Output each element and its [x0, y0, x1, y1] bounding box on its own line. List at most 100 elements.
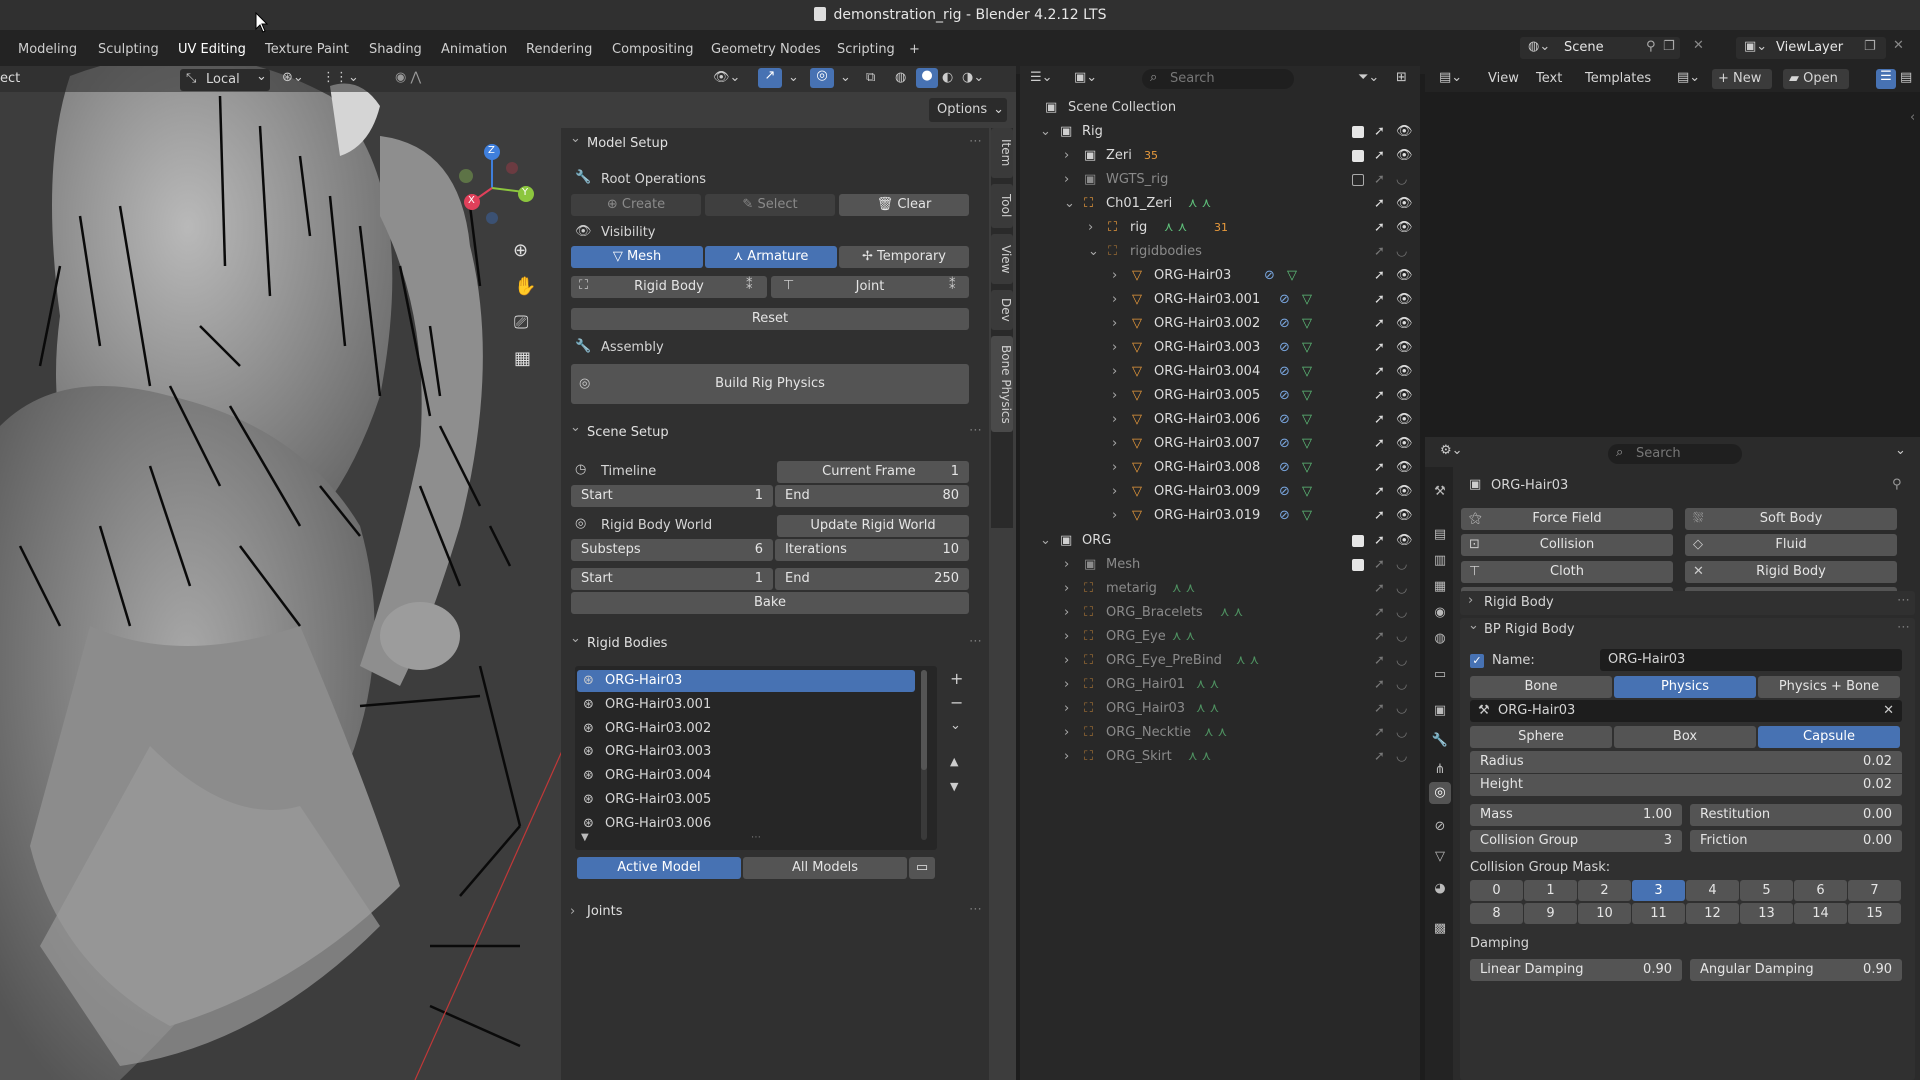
eye-icon[interactable]: ◡ — [1396, 553, 1407, 577]
eye-icon[interactable]: 👁 — [1396, 120, 1413, 144]
mask-toggle[interactable]: 12 — [1686, 903, 1739, 924]
outliner-row[interactable]: › ⛶ rig ⋏ ⋏ 31 ➚ 👁 — [1020, 216, 1420, 240]
scene-setup-header[interactable]: Scene Setup — [561, 415, 989, 446]
rendered-shading-icon[interactable]: ◑⌄ — [962, 70, 984, 85]
outliner-row[interactable]: › ▽ ORG-Hair03.003 ⊘ ▽ ➚ 👁 — [1020, 336, 1420, 360]
mask-toggle[interactable]: 9 — [1524, 903, 1577, 924]
list-item[interactable]: ⊛ ORG-Hair03 — [577, 670, 915, 692]
chevron-down-icon[interactable]: ⌄ — [1088, 240, 1099, 264]
rigid-bodies-list[interactable]: ⊛ ORG-Hair03 ⊛ ORG-Hair03.001 ⊛ ORG-Hair03.00… — [575, 666, 937, 850]
view-layer-icon[interactable]: ▦ — [1429, 576, 1451, 598]
tab-workspace[interactable]: UV Editing — [172, 38, 252, 61]
menu-templates[interactable]: Templates — [1585, 71, 1651, 86]
bone-icon[interactable]: ⋏ ⋏ — [1204, 721, 1227, 745]
tab-workspace[interactable]: Animation — [441, 42, 507, 57]
outliner-row[interactable]: › ⛶ ORG_Necktie ⋏ ⋏ ➚ ◡ — [1020, 721, 1420, 745]
toggle-icon[interactable]: ⁑ — [746, 278, 753, 293]
cloth-button[interactable]: ⊤ Cloth — [1461, 560, 1673, 583]
reset-button[interactable]: Reset — [571, 308, 969, 330]
eye-icon[interactable]: 👁 — [1396, 480, 1413, 504]
selectable-icon[interactable]: ➚ — [1374, 408, 1385, 432]
bone-icon[interactable]: ⋏ ⋏ — [1164, 216, 1187, 240]
add-icon[interactable]: + — [950, 669, 963, 688]
eye-icon[interactable]: 👁 — [1396, 360, 1413, 384]
menu-view[interactable]: View — [1488, 71, 1519, 86]
select-button[interactable]: ✎ Select — [705, 194, 835, 216]
radius-field[interactable]: Radius 0.02 — [1470, 751, 1902, 773]
outliner-row[interactable]: › ▽ ORG-Hair03.002 ⊘ ▽ ➚ 👁 — [1020, 312, 1420, 336]
display-mode-icon[interactable]: ▣⌄ — [1074, 70, 1097, 85]
chevron-right-icon[interactable]: › — [1112, 504, 1117, 528]
selectable-icon[interactable]: ➚ — [1374, 240, 1385, 264]
mass-field[interactable]: Mass 1.00 — [1470, 804, 1682, 826]
rigid-body-toggle[interactable]: Rigid Body — [571, 276, 767, 298]
viewlayer-selector[interactable]: ▣⌄ ViewLayer ❐ — [1736, 37, 1886, 59]
chevron-right-icon[interactable]: › — [1112, 312, 1117, 336]
chevron-right-icon[interactable]: › — [1112, 480, 1117, 504]
eye-icon[interactable]: 👁 — [1396, 456, 1413, 480]
eye-icon[interactable]: ◡ — [1396, 601, 1407, 625]
exclude-checkbox[interactable] — [1352, 174, 1364, 186]
wireframe-shading-icon[interactable]: ◍ — [895, 70, 906, 85]
outliner-row[interactable]: › ▽ ORG-Hair03.007 ⊘ ▽ ➚ 👁 — [1020, 432, 1420, 456]
tab-item[interactable]: Item — [991, 128, 1013, 178]
particles-icon[interactable]: ⋔ — [1429, 759, 1451, 781]
mask-toggle[interactable]: 2 — [1578, 880, 1631, 901]
chevron-right-icon[interactable]: › — [1064, 144, 1069, 168]
tab-workspace[interactable]: Compositing — [612, 42, 694, 57]
eye-icon[interactable]: ◡ — [1396, 721, 1407, 745]
text-browse-icon[interactable]: ▤⌄ — [1677, 70, 1700, 85]
temporary-toggle[interactable]: ✢ Temporary — [839, 246, 969, 268]
selectable-icon[interactable]: ➚ — [1374, 529, 1385, 553]
constraint-icon[interactable]: ⊘ — [1279, 456, 1290, 480]
mesh-data-icon[interactable]: ▽ — [1302, 504, 1312, 528]
line-numbers-icon[interactable]: ☰ — [1876, 69, 1896, 89]
scene-collection-row[interactable]: ▣ Scene Collection — [1020, 96, 1420, 120]
eye-icon[interactable]: ◡ — [1396, 168, 1407, 192]
linear-damping-field[interactable]: Linear Damping 0.90 — [1470, 959, 1682, 981]
eye-icon[interactable]: 👁 — [1396, 529, 1413, 553]
mesh-data-icon[interactable]: ▽ — [1302, 456, 1312, 480]
list-item[interactable]: ⊛ ORG-Hair03.001 — [577, 694, 915, 716]
friction-field[interactable]: Friction 0.00 — [1690, 830, 1902, 852]
model-setup-header[interactable]: Model Setup — [561, 126, 989, 157]
chevron-right-icon[interactable]: › — [1112, 360, 1117, 384]
selectable-icon[interactable]: ➚ — [1374, 264, 1385, 288]
exclude-checkbox[interactable] — [1352, 535, 1364, 547]
outliner-row[interactable]: › ▣ WGTS_rig ➚ ◡ — [1020, 168, 1420, 192]
drag-handle-icon[interactable]: ⋯ — [969, 423, 982, 438]
selectable-icon[interactable]: ➚ — [1374, 649, 1385, 673]
chevron-left-icon[interactable]: ‹ — [1910, 110, 1915, 125]
list-item[interactable]: ⊛ ORG-Hair03.002 — [577, 718, 915, 740]
constraint-icon[interactable]: ⊘ — [1279, 336, 1290, 360]
bone-icon[interactable]: ⋏ ⋏ — [1172, 625, 1195, 649]
bone-icon[interactable]: ⋏ ⋏ — [1196, 697, 1219, 721]
bake-button[interactable]: Bake — [571, 592, 969, 614]
texture-icon[interactable]: ▩ — [1429, 918, 1451, 940]
mask-toggle[interactable]: 1 — [1524, 880, 1577, 901]
tab-workspace[interactable]: Geometry Nodes — [711, 42, 821, 57]
snap-icon[interactable]: ⋮⋮⌄ — [322, 70, 359, 85]
outliner-row[interactable]: ⌄ ▣ ORG ➚ 👁 — [1020, 529, 1420, 553]
outliner-search-input[interactable]: ⌕ Search — [1142, 69, 1294, 89]
chevron-down-icon[interactable]: ⌄ — [1040, 529, 1051, 553]
constraint-icon[interactable]: ⊘ — [1264, 264, 1275, 288]
exclude-checkbox[interactable] — [1352, 126, 1364, 138]
eye-icon[interactable]: ◡ — [1396, 745, 1407, 769]
display-toggle[interactable]: ▭ — [909, 857, 935, 879]
outliner-row[interactable]: › ▽ ORG-Hair03.005 ⊘ ▽ ➚ 👁 — [1020, 384, 1420, 408]
list-item[interactable]: ⊛ ORG-Hair03.004 — [577, 765, 915, 787]
menu-text[interactable]: Text — [1536, 71, 1562, 86]
drag-handle-icon[interactable]: ⋯ — [969, 134, 982, 149]
options-dropdown[interactable]: Options ⌄ — [929, 98, 1007, 122]
selectable-icon[interactable]: ➚ — [1374, 745, 1385, 769]
outliner-row[interactable]: › ▣ Zeri 35 ➚ 👁 — [1020, 144, 1420, 168]
tab-capsule[interactable]: Capsule — [1758, 726, 1900, 748]
editor-type-icon[interactable]: ▤⌄ — [1439, 70, 1462, 85]
outliner-row[interactable]: › ⛶ ORG_Hair01 ⋏ ⋏ ➚ ◡ — [1020, 673, 1420, 697]
build-rig-physics-button[interactable]: Build Rig Physics — [571, 364, 969, 404]
gizmo-toggle-icon[interactable]: ↗ — [758, 68, 782, 88]
outliner-row[interactable]: › ▽ ORG-Hair03.009 ⊘ ▽ ➚ 👁 — [1020, 480, 1420, 504]
rigid-body-panel-header[interactable]: › Rigid Body ⋯ — [1460, 591, 1915, 615]
world-icon[interactable]: ◍ — [1429, 628, 1451, 650]
